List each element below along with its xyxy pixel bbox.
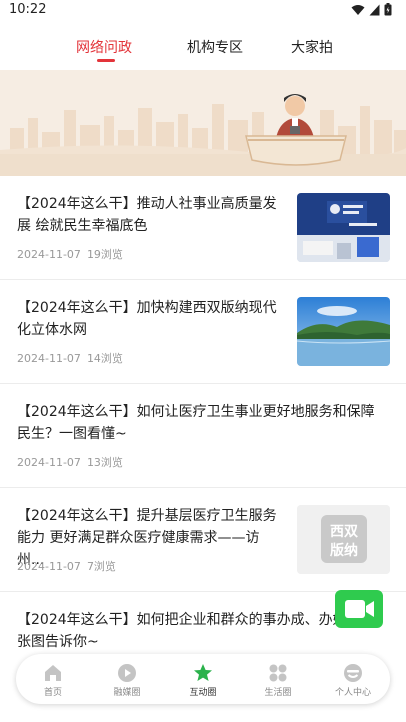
status-time: 10:22	[9, 2, 47, 17]
article-views: 7浏览	[86, 560, 116, 573]
article-date: 2024-11-07	[17, 456, 81, 469]
nav-personal-center[interactable]: 个人中心	[316, 654, 390, 704]
top-tabs: 网络问政 机构专区 大家拍	[0, 30, 406, 70]
article-views: 19浏览	[86, 248, 123, 261]
nav-label: 互动圈	[189, 688, 217, 698]
article-thumbnail: 西双 版纳	[297, 505, 390, 574]
battery-icon	[384, 3, 392, 16]
signal-icon	[369, 4, 380, 15]
tab-institution-zone[interactable]: 机构专区	[187, 37, 243, 57]
article-date: 2024-11-07	[17, 560, 81, 573]
article-card[interactable]: 【2024年这么干】如何让医疗卫生事业更好地服务和保障民生？一图看懂~ 2024…	[0, 384, 406, 488]
bottom-navigation: 首页 融媒圈 互动圈 生活圈 个人中心	[16, 654, 390, 704]
nav-label: 个人中心	[334, 688, 371, 698]
article-thumbnail	[297, 193, 390, 262]
nav-label: 融媒圈	[113, 688, 141, 698]
article-thumbnail	[297, 297, 390, 366]
xsbn-logo: 西双 版纳	[297, 505, 390, 574]
nav-label: 生活圈	[264, 688, 292, 698]
nav-interaction-circle[interactable]: 互动圈	[166, 654, 240, 704]
play-icon	[118, 664, 136, 682]
nav-life-circle[interactable]: 生活圈	[241, 654, 315, 704]
article-views: 13浏览	[86, 456, 123, 469]
article-views: 14浏览	[86, 352, 123, 365]
logo-text-line1: 西双	[330, 524, 358, 540]
active-tab-indicator	[97, 59, 115, 62]
banner-artwork	[0, 70, 406, 176]
article-title: 【2024年这么干】如何把企业和群众的事办成、办好？一张图告诉你~	[17, 612, 375, 650]
nav-home[interactable]: 首页	[16, 654, 90, 704]
article-date: 2024-11-07	[17, 352, 81, 365]
grid-icon	[269, 664, 287, 682]
article-card[interactable]: 【2024年这么干】推动人社事业高质量发展 绘就民生幸福底色 2024-11-0…	[0, 176, 406, 280]
banner-illustration[interactable]	[0, 70, 406, 176]
star-icon	[194, 664, 212, 681]
article-title: 【2024年这么干】推动人社事业高质量发展 绘就民生幸福底色	[17, 196, 277, 234]
article-meta: 2024-11-07 19浏览	[17, 246, 123, 262]
article-meta: 2024-11-07 13浏览	[17, 454, 123, 470]
video-float-button[interactable]	[335, 590, 383, 628]
tab-everyone-shoots[interactable]: 大家拍	[291, 37, 333, 57]
status-icons	[351, 3, 392, 16]
article-title: 【2024年这么干】如何让医疗卫生事业更好地服务和保障民生？一图看懂~	[17, 404, 375, 442]
article-card[interactable]: 【2024年这么干】提升基层医疗卫生服务能力 更好满足群众医疗健康需求——访州.…	[0, 488, 406, 592]
status-bar: 10:22	[0, 0, 406, 22]
user-icon	[344, 664, 362, 682]
wifi-icon	[351, 4, 365, 15]
article-card[interactable]: 【2024年这么干】加快构建西双版纳现代化立体水网 2024-11-07 14浏览	[0, 280, 406, 384]
home-icon	[45, 665, 61, 681]
article-meta: 2024-11-07 7浏览	[17, 558, 116, 574]
nav-media-circle[interactable]: 融媒圈	[90, 654, 164, 704]
video-camera-icon	[345, 600, 374, 618]
nav-label: 首页	[43, 688, 62, 698]
article-meta: 2024-11-07 14浏览	[17, 350, 123, 366]
article-title: 【2024年这么干】加快构建西双版纳现代化立体水网	[17, 300, 277, 338]
article-date: 2024-11-07	[17, 248, 81, 261]
logo-text-line2: 版纳	[330, 542, 358, 559]
tab-network-politics[interactable]: 网络问政	[76, 37, 132, 57]
